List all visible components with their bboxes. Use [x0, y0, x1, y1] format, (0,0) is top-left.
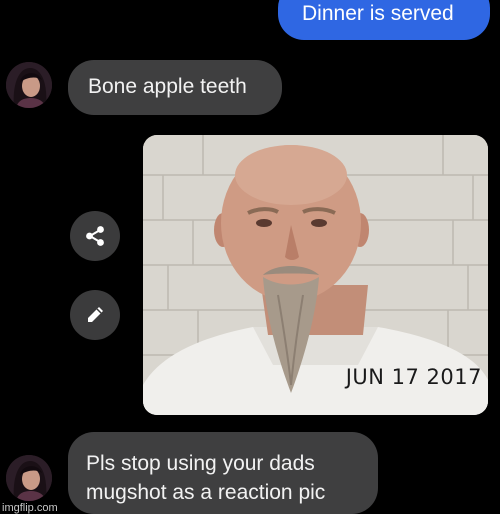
contact-avatar[interactable] [6, 455, 52, 501]
contact-avatar[interactable] [6, 62, 52, 108]
received-message-text: Bone apple teeth [88, 75, 247, 98]
share-button[interactable] [70, 211, 120, 261]
avatar-image [6, 62, 52, 108]
sent-message-bubble[interactable]: Dinner is served [278, 0, 490, 40]
received-message-line: Pls stop using your dads [86, 452, 315, 475]
sent-message-text: Dinner is served [302, 2, 454, 25]
imgflip-watermark: imgflip.com [2, 502, 58, 514]
received-message-bubble[interactable]: Bone apple teeth [68, 60, 282, 115]
received-message-line: mugshot as a reaction pic [86, 481, 326, 504]
share-icon [86, 226, 104, 246]
received-message-bubble[interactable]: Pls stop using your dads mugshot as a re… [68, 432, 378, 514]
avatar-image [6, 455, 52, 501]
photo-date-stamp: JUN 17 2017 [345, 365, 482, 389]
pencil-icon [88, 307, 103, 322]
photo-attachment[interactable]: JUN 17 2017 [143, 135, 488, 415]
edit-button[interactable] [70, 290, 120, 340]
